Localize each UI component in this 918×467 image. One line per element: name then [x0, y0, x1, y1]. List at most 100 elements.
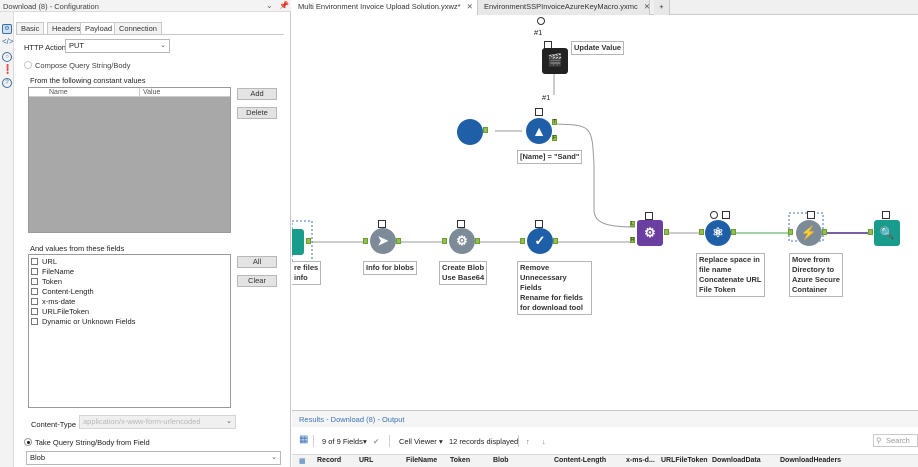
checkbox[interactable]	[31, 308, 38, 315]
checkbox[interactable]	[31, 288, 38, 295]
anchor-left: L	[630, 221, 635, 227]
take-body-label: Take Query String/Body from Field	[35, 438, 150, 447]
anchor-output	[822, 229, 827, 235]
table-icon: ▦	[299, 458, 306, 465]
directory-tool-icon[interactable]	[292, 229, 304, 255]
all-button[interactable]: All	[237, 256, 277, 268]
tab-macro[interactable]: EnvironmentSSPInvoiceAzureKeyMacro.yxmc ✕	[478, 0, 650, 15]
info-blobs-annotation: Info for blobs	[363, 261, 417, 275]
add-button[interactable]: Add	[237, 88, 277, 100]
column-header[interactable]: DownloadHeaders	[780, 457, 841, 464]
column-header[interactable]: Blob	[493, 457, 509, 464]
column-header[interactable]: FileName	[406, 457, 437, 464]
take-body-radio[interactable]	[24, 438, 32, 446]
status-badge	[537, 17, 545, 25]
replace-space-annotation: Replace space in file name Concatenate U…	[696, 253, 765, 297]
checkbox[interactable]	[31, 278, 38, 285]
body-field-select[interactable]: Blob ⌄	[26, 451, 281, 465]
column-header[interactable]: x-ms-d...	[626, 457, 655, 464]
close-icon[interactable]: ✕	[644, 2, 650, 11]
help-icon[interactable]: ?	[2, 78, 12, 88]
column-header[interactable]: Record	[317, 457, 341, 464]
toolbar-divider	[313, 435, 314, 447]
workflow-canvas[interactable]: #1 🎬 Update Value #1 ▲ T F [Name] = "San…	[292, 15, 918, 410]
update-value-tool-icon[interactable]: 🎬	[542, 48, 568, 74]
table-icon[interactable]: ▦	[299, 434, 308, 445]
content-type-select[interactable]: application/x-www-form-urlencoded ⌄	[79, 415, 236, 429]
workflow-area: Multi Environment Invoice Upload Solutio…	[292, 0, 918, 467]
connection-line	[553, 123, 636, 228]
anchor-input	[520, 238, 525, 244]
anchor-input	[868, 229, 873, 235]
marker-label: #1	[534, 28, 543, 37]
info-tool-icon[interactable]: ➤	[370, 228, 396, 254]
fields-label: And values from these fields	[30, 244, 125, 253]
chevron-down-icon[interactable]: ⌄	[266, 1, 273, 10]
tab-basic[interactable]: Basic	[16, 22, 45, 34]
toolbar-divider	[518, 435, 519, 447]
checkbox[interactable]	[31, 268, 38, 275]
new-tab-button[interactable]: +	[654, 0, 670, 15]
annotation-icon[interactable]: ○	[2, 52, 12, 62]
records-count: 12 records displayed	[449, 437, 519, 446]
anchor-true: T	[552, 119, 557, 125]
check-icon[interactable]: ✔	[373, 437, 379, 446]
code-icon[interactable]: </>	[2, 38, 14, 48]
pin-icon[interactable]: 📌	[279, 1, 289, 10]
grid-header: Name Value	[29, 88, 230, 97]
status-badge	[807, 211, 815, 219]
http-action-value: PUT	[69, 41, 84, 50]
body-field-value: Blob	[30, 453, 46, 462]
cell-viewer-button[interactable]: Cell Viewer	[399, 437, 437, 446]
download-tool-icon[interactable]: ⚡	[796, 220, 822, 246]
browse-tool-icon[interactable]: 🔍	[874, 220, 900, 246]
grid-col-divider	[139, 88, 140, 97]
delete-button[interactable]: Delete	[237, 107, 277, 119]
column-header[interactable]: Content-Length	[554, 457, 606, 464]
column-header[interactable]: DownloadData	[712, 457, 761, 464]
panel-title: Download (8) - Configuration	[3, 2, 99, 11]
chevron-down-icon[interactable]: ▾	[439, 437, 443, 446]
results-titlebar: Results - Download (8) - Output	[292, 410, 918, 427]
config-icon-rail: ⚙ </> ○ ❗ ?	[0, 12, 14, 467]
checkbox[interactable]	[31, 318, 38, 325]
search-icon: ⚲	[876, 436, 882, 445]
status-badge	[457, 220, 465, 228]
chevron-down-icon[interactable]: ▾	[363, 437, 367, 446]
column-header[interactable]: URLFileToken	[661, 457, 708, 464]
tab-connection[interactable]: Connection	[114, 22, 162, 34]
arrow-up-icon[interactable]: ↑	[526, 437, 530, 446]
tag-icon[interactable]: ❗	[2, 65, 13, 75]
grid-col-value: Value	[143, 89, 161, 96]
close-icon[interactable]: ✕	[467, 2, 473, 11]
connections-layer	[292, 65, 870, 270]
anchor-input	[442, 238, 447, 244]
dark-blue-tool-icon[interactable]	[457, 119, 483, 145]
http-action-label: HTTP Action	[24, 43, 66, 52]
document-tabs: Multi Environment Invoice Upload Solutio…	[292, 0, 918, 15]
filter-tool-icon[interactable]: ▲	[526, 118, 552, 144]
move-from-annotation: Move from Directory to Azure Secure Cont…	[789, 253, 843, 297]
update-value-annotation: Update Value	[571, 41, 625, 55]
http-action-select[interactable]: PUT ⌄	[65, 39, 170, 53]
column-header[interactable]: URL	[359, 457, 373, 464]
blob-tool-icon[interactable]: ⚙	[449, 228, 475, 254]
checkbox[interactable]	[31, 298, 38, 305]
compose-radio[interactable]	[24, 61, 32, 69]
arrow-down-icon[interactable]: ↓	[542, 437, 546, 446]
chevron-down-icon: ⌄	[226, 418, 232, 425]
anchor-output	[475, 238, 480, 244]
column-header[interactable]: Token	[450, 457, 470, 464]
constant-values-grid[interactable]: Name Value	[28, 87, 231, 233]
checkbox[interactable]	[31, 258, 38, 265]
gear-icon[interactable]: ⚙	[2, 24, 12, 34]
formula-tool-icon[interactable]: ⚛	[705, 220, 731, 246]
fields-count[interactable]: 9 of 9 Fields	[322, 437, 363, 446]
select-tool-icon[interactable]: ✓	[527, 228, 553, 254]
toolbar-divider	[389, 435, 390, 447]
clear-button[interactable]: Clear	[237, 275, 277, 287]
anchor-right: R	[630, 237, 635, 243]
append-tool-icon[interactable]: ⚙	[637, 220, 663, 246]
anchor-output	[396, 238, 401, 244]
tab-workflow[interactable]: Multi Environment Invoice Upload Solutio…	[292, 0, 478, 15]
